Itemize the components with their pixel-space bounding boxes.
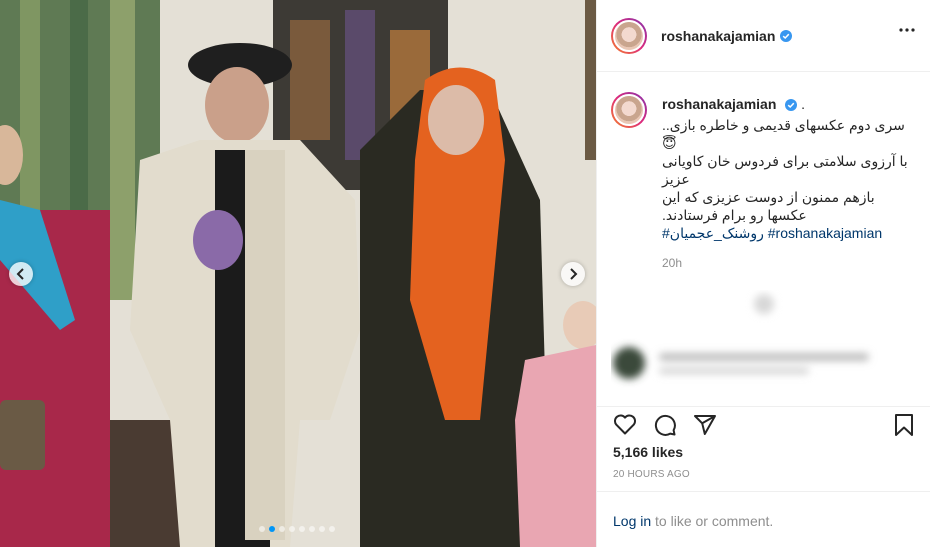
post-actions	[597, 406, 930, 442]
photo-scene	[0, 0, 596, 547]
carousel-dot	[279, 526, 285, 532]
caption-line: ..سری دوم عکسهای قدیمی و خاطره بازی	[662, 117, 905, 133]
carousel-dot	[299, 526, 305, 532]
caption-line: عزیز	[662, 171, 690, 187]
carousel-indicator	[259, 526, 335, 532]
caption-text: ..سری دوم عکسهای قدیمی و خاطره بازی 😇 با…	[662, 116, 908, 242]
caption-line: .عکسها رو برام فرستادند	[662, 207, 807, 223]
caption-emoji: 😇	[662, 135, 677, 151]
verified-badge-icon	[780, 29, 793, 42]
chevron-left-icon	[16, 268, 24, 280]
more-options-icon[interactable]	[899, 28, 915, 32]
hashtag-link[interactable]: #روشنک_عجمیان	[662, 225, 764, 241]
post-photo[interactable]	[0, 0, 596, 547]
caption-line: با آرزوی سلامتی برای فردوس خان کاویانی	[662, 153, 908, 169]
chevron-right-icon	[570, 268, 578, 280]
post-timestamp[interactable]: 20 HOURS AGO	[613, 469, 690, 480]
caption-dot: .	[801, 96, 806, 112]
login-prompt: Log in to like or comment.	[597, 491, 930, 547]
hashtag-link[interactable]: #roshanakajamian	[768, 225, 882, 241]
username-link[interactable]: roshanakajamian	[661, 28, 775, 44]
carousel-dot	[259, 526, 265, 532]
login-link[interactable]: Log in	[613, 513, 651, 529]
caption-username-link[interactable]: roshanakajamian	[662, 96, 776, 112]
like-count[interactable]: 5,166 likes	[613, 444, 683, 460]
verified-badge-icon	[785, 99, 798, 112]
carousel-prev-button[interactable]	[9, 262, 33, 286]
paper-plane-icon[interactable]	[693, 413, 717, 437]
caption-line: بازهم ممنون از دوست عزیزی که این	[662, 189, 875, 205]
carousel-dot	[269, 526, 275, 532]
avatar[interactable]	[611, 17, 647, 54]
carousel-dot	[319, 526, 325, 532]
comment-icon[interactable]	[653, 413, 677, 437]
carousel-dot	[289, 526, 295, 532]
carousel-dot	[309, 526, 315, 532]
caption-avatar[interactable]	[611, 92, 647, 128]
caption-timestamp: 20h	[662, 256, 683, 270]
post-side-panel: roshanakajamian roshanakajamian . ..سری …	[596, 0, 930, 547]
bookmark-icon[interactable]	[893, 413, 915, 437]
blurred-comment	[613, 294, 869, 379]
carousel-next-button[interactable]	[561, 262, 585, 286]
carousel-dot	[329, 526, 335, 532]
heart-icon[interactable]	[613, 413, 637, 435]
login-suffix: to like or comment.	[651, 513, 774, 529]
post-header: roshanakajamian	[597, 0, 930, 72]
